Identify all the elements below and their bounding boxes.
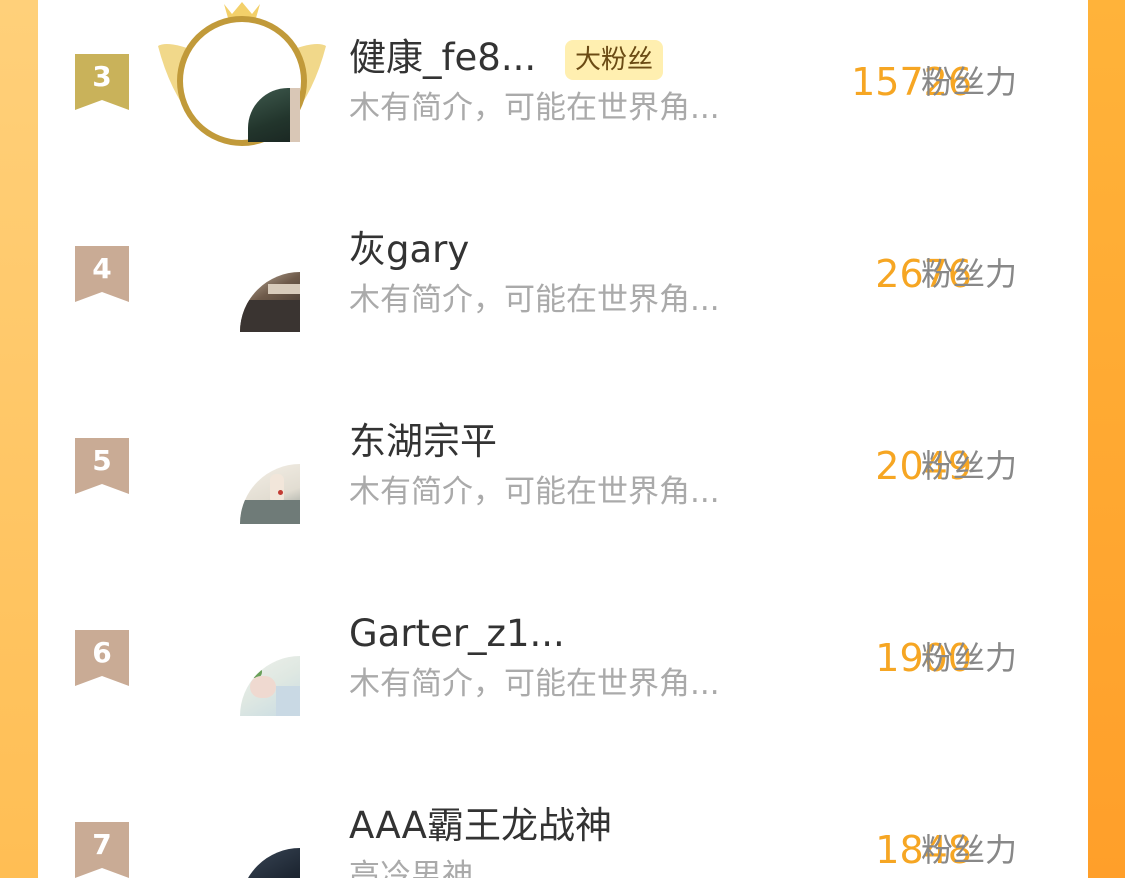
fan-power-label: 粉丝力 (921, 63, 1018, 101)
user-bio: 木有简介，可能在世界角... (349, 474, 720, 510)
crown-frame (150, 0, 334, 150)
background-right-strip (1088, 0, 1125, 878)
laurel-crown-icon (158, 2, 326, 146)
user-name[interactable]: Garter_z1... (349, 612, 565, 656)
user-bio: 高冷男神 (349, 858, 473, 878)
rank-ribbon: 4 (75, 246, 129, 302)
fan-power-label: 粉丝力 (921, 447, 1018, 485)
ranking-list: 3 健康_fe8... 大粉丝 木有简介，可能在世界角... 15726 粉丝力… (38, 0, 1088, 878)
rank-ribbon: 3 (75, 54, 129, 110)
user-name[interactable]: 灰gary (349, 228, 469, 272)
fan-power-label: 粉丝力 (921, 639, 1018, 677)
user-bio: 木有简介，可能在世界角... (349, 666, 720, 702)
ranking-row[interactable]: 3 健康_fe8... 大粉丝 木有简介，可能在世界角... 15726 粉丝力 (38, 0, 1088, 192)
ranking-row[interactable]: 6 Garter_z1... 木有简介，可能在世界角... 1900 粉丝力 (38, 576, 1088, 768)
user-bio: 木有简介，可能在世界角... (349, 282, 720, 318)
rank-number: 5 (92, 444, 112, 477)
avatar[interactable] (240, 464, 300, 524)
rank-number: 7 (92, 828, 112, 861)
ranking-row[interactable]: 7 AAA霸王龙战神 高冷男神 1848 粉丝力 (38, 768, 1088, 878)
rank-ribbon: 7 (75, 822, 129, 878)
user-name[interactable]: 健康_fe8... (349, 36, 536, 80)
rank-number: 4 (92, 252, 112, 285)
rank-number: 6 (92, 636, 112, 669)
fan-power-label: 粉丝力 (921, 255, 1018, 293)
ranking-row[interactable]: 4 灰gary 木有简介，可能在世界角... 2676 粉丝力 (38, 192, 1088, 384)
user-bio: 木有简介，可能在世界角... (349, 90, 720, 126)
user-name[interactable]: 东湖宗平 (349, 420, 497, 464)
avatar[interactable] (240, 272, 300, 332)
rank-number: 3 (92, 60, 112, 93)
big-fan-badge: 大粉丝 (565, 40, 664, 80)
avatar[interactable] (240, 656, 300, 716)
user-name[interactable]: AAA霸王龙战神 (349, 804, 612, 848)
ranking-row[interactable]: 5 东湖宗平 木有简介，可能在世界角... 2049 粉丝力 (38, 384, 1088, 576)
rank-ribbon: 5 (75, 438, 129, 494)
avatar[interactable] (240, 848, 300, 878)
background-left-strip (0, 0, 38, 878)
rank-ribbon: 6 (75, 630, 129, 686)
fan-power-label: 粉丝力 (921, 831, 1018, 869)
